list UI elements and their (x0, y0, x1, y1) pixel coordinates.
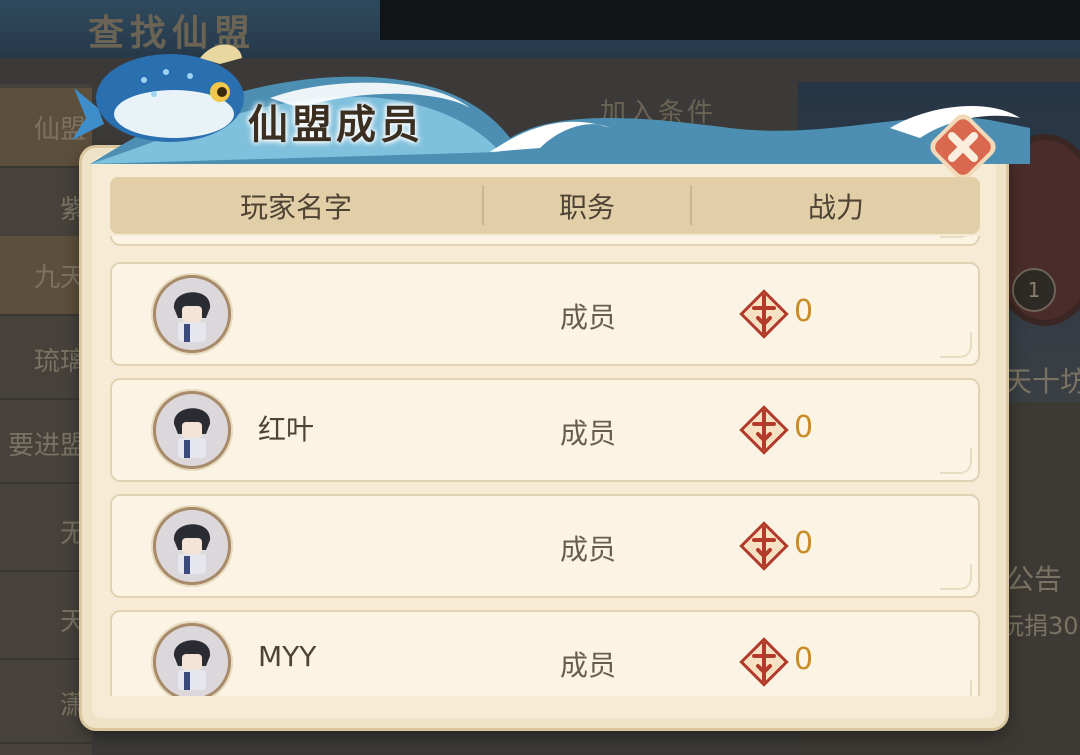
row-corner-decoration (940, 236, 972, 238)
list-item[interactable] (110, 236, 980, 246)
combat-power-icon (739, 637, 789, 687)
whale-mascot-icon (72, 28, 250, 142)
combat-power-icon (739, 521, 789, 571)
member-row[interactable]: 成员 0 (110, 494, 980, 598)
member-name: MYY (258, 640, 317, 673)
member-role: 成员 (560, 649, 617, 682)
members-list[interactable]: 成员 0 红叶 成员 0 成员 0 MYY 成员 0 (110, 236, 980, 696)
member-row[interactable]: MYY 成员 0 (110, 610, 980, 696)
member-power: 0 (794, 526, 814, 561)
alliance-level-badge: 1 (1012, 268, 1056, 312)
avatar-portrait (156, 626, 228, 696)
player-avatar-icon[interactable] (156, 278, 228, 350)
member-role: 成员 (560, 417, 617, 450)
row-corner-decoration (940, 680, 972, 696)
close-icon[interactable] (928, 112, 998, 182)
member-power: 0 (794, 294, 814, 329)
avatar-portrait (156, 278, 228, 350)
background-sidebar: 仙盟 紫 九天 琉璃 要进盟 无 天 潇 (0, 84, 92, 755)
row-corner-decoration (940, 564, 972, 590)
member-power: 0 (794, 642, 814, 677)
column-header-power: 战力 (807, 190, 864, 224)
member-row[interactable]: 成员 0 (110, 262, 980, 366)
member-role: 成员 (560, 533, 617, 566)
modal-title: 仙盟成员 (248, 101, 424, 148)
combat-power-icon (739, 405, 789, 455)
row-corner-decoration (940, 332, 972, 358)
sidebar-item[interactable]: 潇 (0, 664, 92, 744)
announcement-text: 玩捐30 (1000, 612, 1079, 640)
sidebar-item[interactable]: 天 (0, 580, 92, 660)
members-table-header: 玩家名字 职务 战力 (110, 177, 980, 234)
member-power: 0 (794, 410, 814, 445)
alliance-name: 天十坊 (1004, 365, 1080, 398)
player-avatar-icon[interactable] (156, 510, 228, 582)
member-row[interactable]: 红叶 成员 0 (110, 378, 980, 482)
background-header-shadow (380, 0, 1080, 40)
member-name: 红叶 (258, 413, 315, 446)
sidebar-item[interactable]: 无 (0, 492, 92, 572)
sidebar-item[interactable]: 琉璃 (0, 320, 92, 400)
avatar-portrait (156, 394, 228, 466)
row-corner-decoration (940, 448, 972, 474)
avatar-portrait (156, 510, 228, 582)
column-header-name: 玩家名字 (239, 190, 352, 224)
combat-power-icon (739, 289, 789, 339)
column-header-role: 职务 (558, 190, 615, 224)
announcement-label: 公告 (1006, 563, 1063, 596)
sidebar-item[interactable]: 要进盟 (0, 404, 92, 484)
sidebar-item[interactable]: 九天 (0, 236, 92, 316)
player-avatar-icon[interactable] (156, 394, 228, 466)
member-role: 成员 (560, 301, 617, 334)
player-avatar-icon[interactable] (156, 626, 228, 696)
